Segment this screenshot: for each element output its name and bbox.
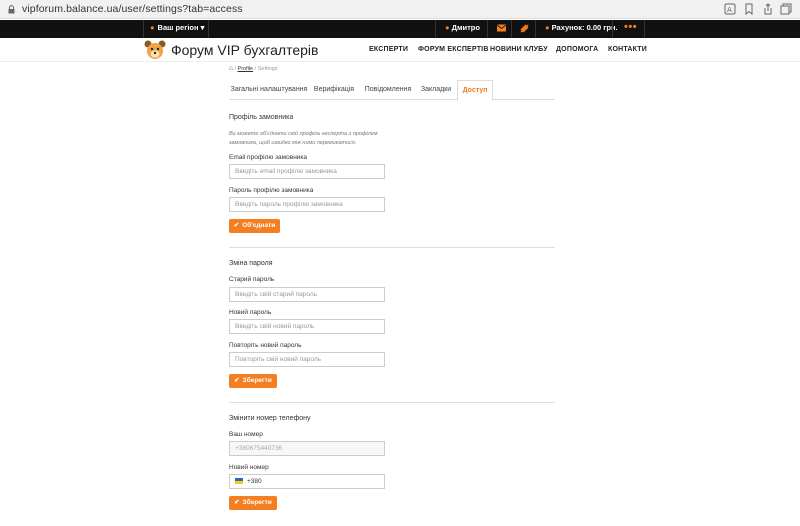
new-password-field[interactable]: Введіть свій новий пароль	[229, 319, 385, 334]
old-password-label: Старий пароль	[229, 276, 275, 283]
new-password-label: Новий пароль	[229, 309, 272, 316]
ukraine-flag-icon[interactable]	[235, 478, 243, 485]
breadcrumb-separator: /	[234, 66, 236, 72]
region-label: Ваш регіон	[157, 23, 199, 32]
divider	[208, 20, 209, 38]
divider	[644, 20, 645, 38]
customer-profile-note: Ви можете об'єднати свій профіль експерт…	[229, 131, 378, 146]
new-phone-field[interactable]: +380	[229, 474, 385, 489]
bookmark-icon[interactable]	[743, 3, 755, 16]
browser-address-bar: vipforum.balance.ua/user/settings?tab=ac…	[0, 0, 800, 19]
new-phone-value: +380	[247, 478, 262, 485]
divider	[143, 20, 144, 38]
change-password-title: Зміна пароля	[229, 260, 273, 267]
more-icon[interactable]: •••	[624, 21, 637, 33]
change-phone-title: Змінити номер телефону	[229, 415, 311, 422]
translate-icon[interactable]: A	[724, 3, 736, 15]
nav-club-news[interactable]: НОВИНИ КЛУБУ	[490, 46, 548, 53]
customer-email-field[interactable]: Введіть email профілю замовника	[229, 164, 385, 179]
account-balance[interactable]: ● Рахунок: 0.00 грн.	[545, 23, 618, 32]
notification-icon[interactable]	[520, 24, 529, 33]
nav-expert-forum[interactable]: ФОРУМ ЕКСПЕРТІВ	[418, 46, 489, 53]
svg-text:A: A	[727, 6, 732, 14]
save-phone-button[interactable]: ✔ Зберегти	[229, 496, 277, 510]
brand-title[interactable]: Форум VIP бухгалтерів	[171, 42, 318, 58]
customer-password-field[interactable]: Введіть пароль профілю замовника	[229, 197, 385, 212]
tabs-icon[interactable]	[780, 3, 792, 15]
section-divider	[229, 402, 555, 403]
divider	[487, 20, 488, 38]
nav-help[interactable]: ДОПОМОГА	[556, 46, 598, 53]
logo-icon[interactable]	[144, 40, 166, 60]
region-selector[interactable]: ● Ваш регіон ▾	[150, 23, 204, 32]
home-icon[interactable]: ⌂	[229, 65, 233, 72]
user-icon: ●	[445, 23, 450, 32]
tab-notifications[interactable]: Повідомлення	[360, 80, 416, 100]
share-icon[interactable]	[762, 3, 774, 15]
section-divider	[229, 247, 555, 248]
breadcrumb-profile[interactable]: Profile	[238, 66, 254, 72]
save-password-button[interactable]: ✔ Зберегти	[229, 374, 277, 388]
settings-tabs: Загальні налаштування Верифікація Повідо…	[229, 80, 555, 101]
nav-contacts[interactable]: КОНТАКТИ	[608, 46, 647, 53]
check-icon: ✔	[233, 222, 240, 229]
lock-icon	[8, 5, 15, 14]
current-phone-label: Ваш номер	[229, 431, 263, 438]
map-pin-icon: ●	[150, 23, 155, 32]
breadcrumb: ⌂ / Profile / Settings	[229, 65, 278, 72]
repeat-password-field[interactable]: Повторіть свій новий пароль	[229, 352, 385, 367]
chevron-down-icon: ▾	[200, 23, 205, 32]
nav-experts[interactable]: ЕКСПЕРТИ	[369, 46, 408, 53]
breadcrumb-current: Settings	[257, 66, 278, 72]
mail-icon[interactable]	[497, 24, 506, 32]
merge-button[interactable]: ✔ Об'єднати	[229, 219, 280, 233]
tab-verification[interactable]: Верифікація	[311, 80, 357, 100]
wallet-icon: ●	[545, 23, 550, 32]
url-text[interactable]: vipforum.balance.ua/user/settings?tab=ac…	[22, 3, 243, 15]
user-menu[interactable]: ● Дмитро	[445, 23, 480, 32]
user-name: Дмитро	[451, 23, 480, 32]
tab-bookmarks[interactable]: Закладки	[418, 80, 454, 100]
save-phone-label: Зберегти	[242, 499, 272, 506]
current-phone-field: +380675440736	[229, 441, 385, 456]
check-icon: ✔	[234, 499, 240, 506]
account-label: Рахунок: 0.00 грн.	[551, 23, 618, 32]
repeat-password-label: Повторіть новий пароль	[229, 342, 302, 349]
new-phone-label: Новий номер	[229, 464, 269, 471]
old-password-field[interactable]: Введіть свій старий пароль	[229, 287, 385, 302]
breadcrumb-separator: /	[254, 66, 257, 72]
divider	[435, 20, 436, 38]
divider	[612, 20, 613, 38]
check-icon: ✔	[234, 377, 240, 384]
customer-password-label: Пароль профілю замовника	[229, 187, 314, 194]
tab-general[interactable]: Загальні налаштування	[229, 80, 309, 100]
customer-email-label: Email профілю замовника	[229, 154, 308, 161]
customer-profile-title: Профіль замовника	[229, 114, 294, 121]
tab-access[interactable]: Доступ	[457, 80, 493, 101]
divider	[511, 20, 512, 38]
merge-button-label: Об'єднати	[242, 222, 276, 229]
save-password-label: Зберегти	[242, 377, 272, 384]
divider	[535, 20, 536, 38]
top-bar: ● Ваш регіон ▾ ● Дмитро ● Рахунок: 0.00 г…	[0, 20, 800, 38]
site-header: Форум VIP бухгалтерів ЕКСПЕРТИ ФОРУМ ЕКС…	[0, 38, 800, 62]
